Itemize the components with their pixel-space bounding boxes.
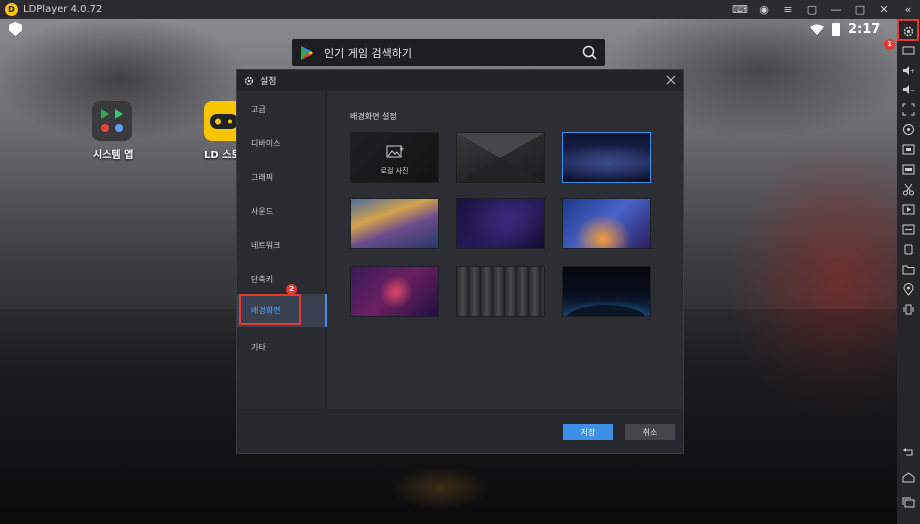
settings-dialog: 설정 고급 디바이스 그래픽 사운드 네트워크 단축키 배경화면 기타 2 배경… (236, 69, 684, 454)
search-input[interactable]: 인기 게임 검색하기 (324, 45, 412, 61)
home-icon[interactable] (902, 471, 915, 484)
back-icon[interactable] (902, 446, 915, 459)
wallpaper-thumb-dark-geometric[interactable] (456, 132, 545, 183)
recent-apps-icon[interactable] (902, 496, 915, 509)
dialog-title: 설정 (260, 77, 277, 87)
nav-item-advanced[interactable]: 고급 (237, 93, 327, 126)
wallpaper-thumb-anime-clouds[interactable] (350, 198, 439, 249)
cancel-button[interactable]: 취소 (625, 424, 675, 440)
clock: 2:17 (848, 21, 881, 37)
wallpaper-thumb-night-city[interactable] (562, 132, 651, 183)
close-icon[interactable] (666, 75, 676, 85)
window-controls: ⌨ ◉ ≡ ▢ — □ ✕ « (728, 0, 920, 19)
minimize-icon[interactable]: — (824, 3, 848, 16)
close-icon[interactable]: ✕ (872, 3, 896, 16)
system-apps-icon[interactable] (92, 101, 132, 141)
macro-icon[interactable] (902, 223, 915, 236)
location-icon[interactable] (902, 283, 915, 296)
folder-icon[interactable] (902, 263, 915, 276)
fullscreen-icon[interactable] (902, 103, 915, 116)
account-icon[interactable]: ◉ (752, 3, 776, 16)
shake-icon[interactable] (902, 303, 915, 316)
wallpaper-thumb-rainy-street[interactable] (456, 266, 545, 317)
nav-item-graphics[interactable]: 그래픽 (237, 161, 327, 194)
sync-icon[interactable] (902, 243, 915, 256)
window-title: LDPlayer 4.0.72 (23, 4, 103, 15)
local-photo-label: 로컬 사진 (380, 167, 409, 175)
dialog-header: 설정 (237, 70, 683, 91)
nav-item-label: 고급 (251, 105, 266, 114)
nav-item-other[interactable]: 기타 (237, 331, 327, 364)
nav-item-device[interactable]: 디바이스 (237, 127, 327, 160)
svg-text:+: + (910, 68, 915, 75)
menu-icon[interactable]: ≡ (776, 3, 800, 16)
android-status-bar: 2:17 (810, 20, 880, 38)
svg-text:−: − (910, 87, 915, 94)
wallpaper-thumb-pink-orb[interactable] (350, 266, 439, 317)
right-toolbar: + − (897, 19, 920, 524)
collapse-icon[interactable]: « (896, 3, 920, 16)
wifi-icon (810, 24, 824, 35)
rotate-icon[interactable] (902, 123, 915, 136)
nav-item-label: 단축키 (251, 275, 274, 284)
nav-item-label: 네트워크 (251, 241, 281, 250)
wallpaper-settings-panel: 배경화면 설정 + 로컬 사진 (328, 91, 683, 409)
volume-down-icon[interactable]: − (902, 83, 915, 96)
step-badge-1: 1 (884, 39, 895, 50)
screenshot-icon[interactable] (902, 163, 915, 176)
wallpaper-thumb-purple-space[interactable] (456, 198, 545, 249)
settings-highlight-box (897, 19, 919, 41)
gamepad-icon[interactable]: ⌨ (728, 3, 752, 16)
wallpaper-highlight-box (239, 294, 301, 325)
apk-install-icon[interactable] (902, 143, 915, 156)
svg-text:+: + (399, 145, 404, 153)
maximize-icon[interactable]: □ (848, 3, 872, 16)
section-title: 배경화면 설정 (350, 112, 397, 121)
image-icon: + (386, 145, 404, 158)
nav-item-label: 그래픽 (251, 173, 274, 182)
search-bar[interactable]: 인기 게임 검색하기 (292, 39, 605, 66)
system-apps-label: 시스템 앱 (93, 150, 134, 161)
wallpaper-local-photo[interactable]: + 로컬 사진 (350, 132, 439, 183)
nav-item-network[interactable]: 네트워크 (237, 229, 327, 262)
dialog-footer: 저장 취소 (237, 409, 683, 453)
nav-item-label: 기타 (251, 343, 266, 352)
nav-item-label: 디바이스 (251, 139, 281, 148)
title-bar: D LDPlayer 4.0.72 ⌨ ◉ ≡ ▢ — □ ✕ « (0, 0, 920, 19)
scissors-icon[interactable] (902, 183, 915, 196)
gear-icon (244, 76, 254, 85)
keyboard-icon[interactable] (902, 44, 915, 57)
wallpaper-thumb-planet-horizon[interactable] (562, 266, 651, 333)
nav-item-label: 사운드 (251, 207, 274, 216)
settings-nav: 고급 디바이스 그래픽 사운드 네트워크 단축키 배경화면 기타 2 (237, 91, 327, 409)
battery-icon (832, 22, 840, 36)
step-badge-2: 2 (286, 284, 297, 295)
volume-up-icon[interactable]: + (902, 64, 915, 77)
nav-item-sound[interactable]: 사운드 (237, 195, 327, 228)
restore-icon[interactable]: ▢ (800, 3, 824, 16)
nav-item-shortcuts[interactable]: 단축키 (237, 263, 327, 296)
wallpaper-thumb-blue-orange-gradient[interactable] (562, 198, 651, 249)
search-icon[interactable] (582, 45, 597, 60)
record-icon[interactable] (902, 203, 915, 216)
save-button[interactable]: 저장 (563, 424, 613, 440)
play-store-icon (301, 45, 313, 60)
ldplayer-logo: D (5, 3, 18, 16)
emulator-window: D LDPlayer 4.0.72 ⌨ ◉ ≡ ▢ — □ ✕ « 2:17 인… (0, 0, 920, 524)
